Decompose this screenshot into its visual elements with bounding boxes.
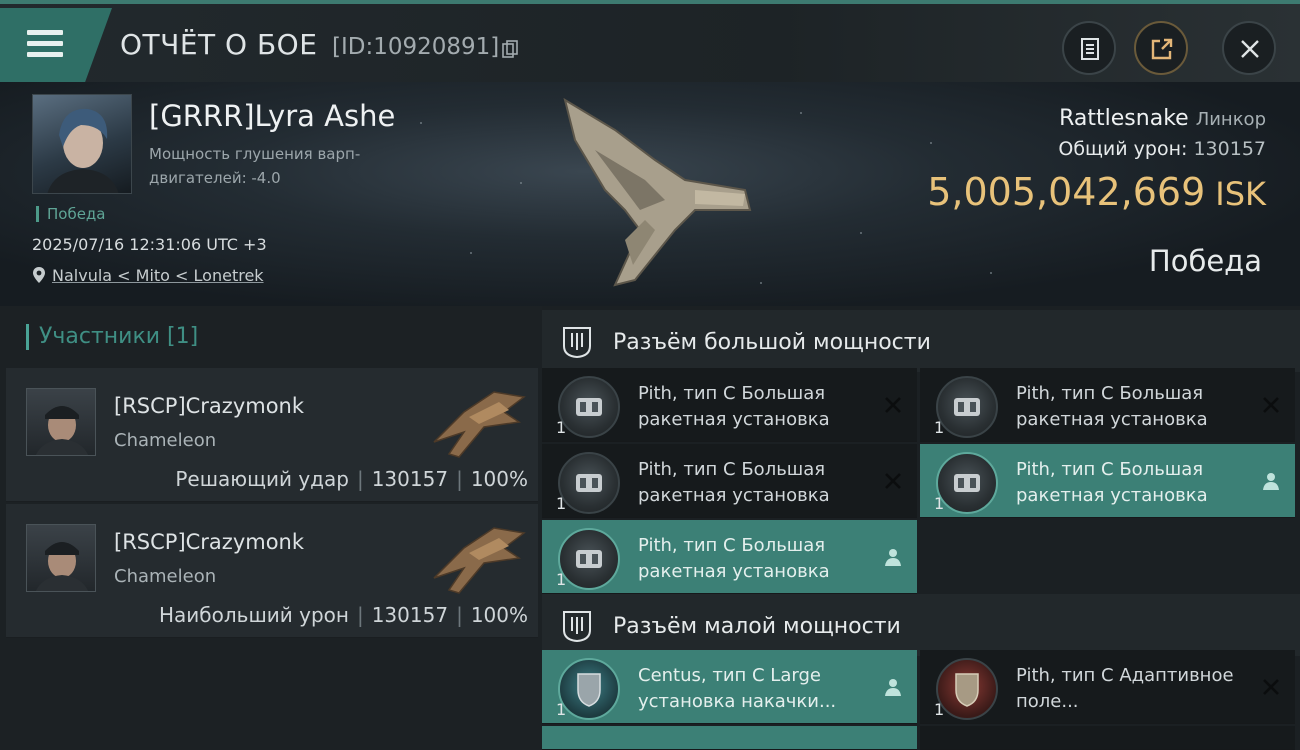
launcher-module-icon <box>558 376 620 438</box>
page-title: ОТЧЁТ О БОЕ <box>120 28 318 61</box>
copy-icon[interactable] <box>502 40 518 58</box>
participant-ship-icon <box>433 527 526 594</box>
avatar <box>26 524 96 592</box>
participant-ship: Chameleon <box>114 430 217 451</box>
launcher-module-icon <box>936 452 998 514</box>
module-quantity: 1 <box>934 418 945 437</box>
victim-ship-render <box>563 97 752 287</box>
location-pin-icon <box>33 267 45 283</box>
status-badge: Победа <box>36 206 106 222</box>
clipboard-icon <box>1081 38 1099 60</box>
launcher-module-icon <box>558 528 620 590</box>
total-damage-value: 130157 <box>1193 138 1266 160</box>
dropped-person-icon <box>885 679 901 696</box>
participant-name[interactable]: [RSCP]Crazymonk <box>114 394 304 418</box>
participant-stats: Наибольший урон | 130157 | 100% <box>159 603 528 627</box>
module-slot-partial[interactable] <box>542 726 917 750</box>
kill-location[interactable]: Nalvula < Mito < Lonetrek <box>32 266 264 285</box>
avatar <box>26 388 96 456</box>
participant-percent: 100% <box>470 603 528 627</box>
report-id: [ID:10920891] <box>332 34 500 60</box>
participants-title[interactable]: Участники [1] <box>26 324 198 350</box>
destroyed-icon <box>885 397 901 413</box>
participant-ship-icon <box>433 391 526 458</box>
share-button[interactable] <box>1134 21 1188 75</box>
module-slot[interactable]: 1 Centus, тип C Large установка накачки.… <box>542 650 917 724</box>
menu-button[interactable] <box>0 8 112 82</box>
module-slot[interactable]: 1 Pith, тип C Большая ракетная установка <box>542 444 917 518</box>
participant-role: Решающий удар <box>175 467 349 491</box>
avatar <box>47 108 119 193</box>
ship-class: Линкор <box>1195 109 1266 130</box>
shield-module-icon <box>558 658 620 720</box>
fitting-panel: Разъём большой мощности 1 Pith, тип C Бо… <box>542 306 1300 750</box>
ship-name: Rattlesnake <box>1059 106 1189 131</box>
module-name: Pith, тип C Большая ракетная установка <box>638 459 830 506</box>
module-quantity: 1 <box>934 700 945 719</box>
close-icon <box>1241 40 1259 58</box>
victim-name[interactable]: [GRRR]Lyra Ashe <box>149 99 395 133</box>
total-damage: Общий урон: 130157 <box>1058 138 1266 160</box>
module-slot[interactable]: 1 Pith, тип C Большая ракетная установка <box>920 444 1295 518</box>
low-slots-header: Разъём малой мощности <box>542 594 1300 656</box>
close-button[interactable] <box>1222 21 1276 75</box>
victim-attribute: Мощность глушения варп-двигателей: -4.0 <box>149 145 361 187</box>
module-name: Pith, тип C Адаптивное поле... <box>1016 665 1234 712</box>
module-quantity: 1 <box>556 570 567 589</box>
kill-datetime: 2025/07/16 12:31:06 UTC +3 <box>32 235 267 254</box>
module-slot[interactable]: 1 Pith, тип C Большая ракетная установка <box>542 520 917 594</box>
participant-card[interactable]: [RSCP]Crazymonk Chameleon Наибольший уро… <box>6 504 538 638</box>
module-quantity: 1 <box>556 700 567 719</box>
module-slot[interactable]: 1 Pith, тип C Большая ракетная установка <box>920 368 1295 442</box>
module-name: Pith, тип C Большая ракетная установка <box>1016 459 1208 506</box>
participant-damage: 130157 <box>371 603 449 627</box>
clipboard-button[interactable] <box>1062 21 1116 75</box>
module-quantity: 1 <box>934 494 945 513</box>
low-slot-icon <box>563 611 591 643</box>
module-quantity: 1 <box>556 418 567 437</box>
participant-stats: Решающий удар | 130157 | 100% <box>175 467 528 491</box>
module-name: Centus, тип C Large установка накачки... <box>638 665 837 712</box>
module-name: Pith, тип C Большая ракетная установка <box>638 535 830 582</box>
kill-summary: [GRRR]Lyra Ashe Мощность глушения варп-д… <box>0 82 1300 306</box>
top-bar: ОТЧЁТ О БОЕ [ID:10920891] <box>0 0 1300 82</box>
module-slot[interactable]: 1 Pith, тип C Большая ракетная установка <box>542 368 917 442</box>
participant-damage: 130157 <box>371 467 449 491</box>
victim-portrait[interactable] <box>32 94 132 194</box>
section-title: Разъём большой мощности <box>613 330 931 355</box>
kill-result: Победа <box>1148 244 1262 278</box>
dropped-person-icon <box>1263 473 1279 490</box>
total-damage-label: Общий урон: <box>1058 138 1188 160</box>
isk-amount: 5,005,042,669 <box>927 170 1206 214</box>
module-name: Pith, тип C Большая ракетная установка <box>638 383 830 430</box>
high-slot-icon <box>563 327 591 359</box>
destroyed-icon <box>1263 397 1279 413</box>
destroyed-icon <box>885 473 901 489</box>
shield-module-icon <box>936 658 998 720</box>
location-link[interactable]: Nalvula < Mito < Lonetrek <box>52 266 264 285</box>
participant-percent: 100% <box>470 467 528 491</box>
participant-role: Наибольший урон <box>159 603 349 627</box>
participant-ship: Chameleon <box>114 566 217 587</box>
participants-panel: Участники [1] [RSCP]Crazymonk Chameleon … <box>0 306 542 750</box>
launcher-module-icon <box>558 452 620 514</box>
isk-value: 5,005,042,669 ISK <box>927 170 1266 214</box>
participant-name[interactable]: [RSCP]Crazymonk <box>114 530 304 554</box>
section-title: Разъём малой мощности <box>613 614 901 639</box>
victim-ship[interactable]: Rattlesnake Линкор <box>1059 106 1266 131</box>
module-slot-partial[interactable] <box>920 726 1295 750</box>
module-slot[interactable]: 1 Pith, тип C Адаптивное поле... <box>920 650 1295 724</box>
high-slots-header: Разъём большой мощности <box>542 310 1300 372</box>
module-quantity: 1 <box>556 494 567 513</box>
launcher-module-icon <box>936 376 998 438</box>
destroyed-icon <box>1263 679 1279 695</box>
participant-card[interactable]: [RSCP]Crazymonk Chameleon Решающий удар |… <box>6 368 538 502</box>
module-name: Pith, тип C Большая ракетная установка <box>1016 383 1208 430</box>
isk-unit: ISK <box>1215 175 1266 213</box>
share-icon <box>1151 38 1173 60</box>
dropped-person-icon <box>885 549 901 566</box>
